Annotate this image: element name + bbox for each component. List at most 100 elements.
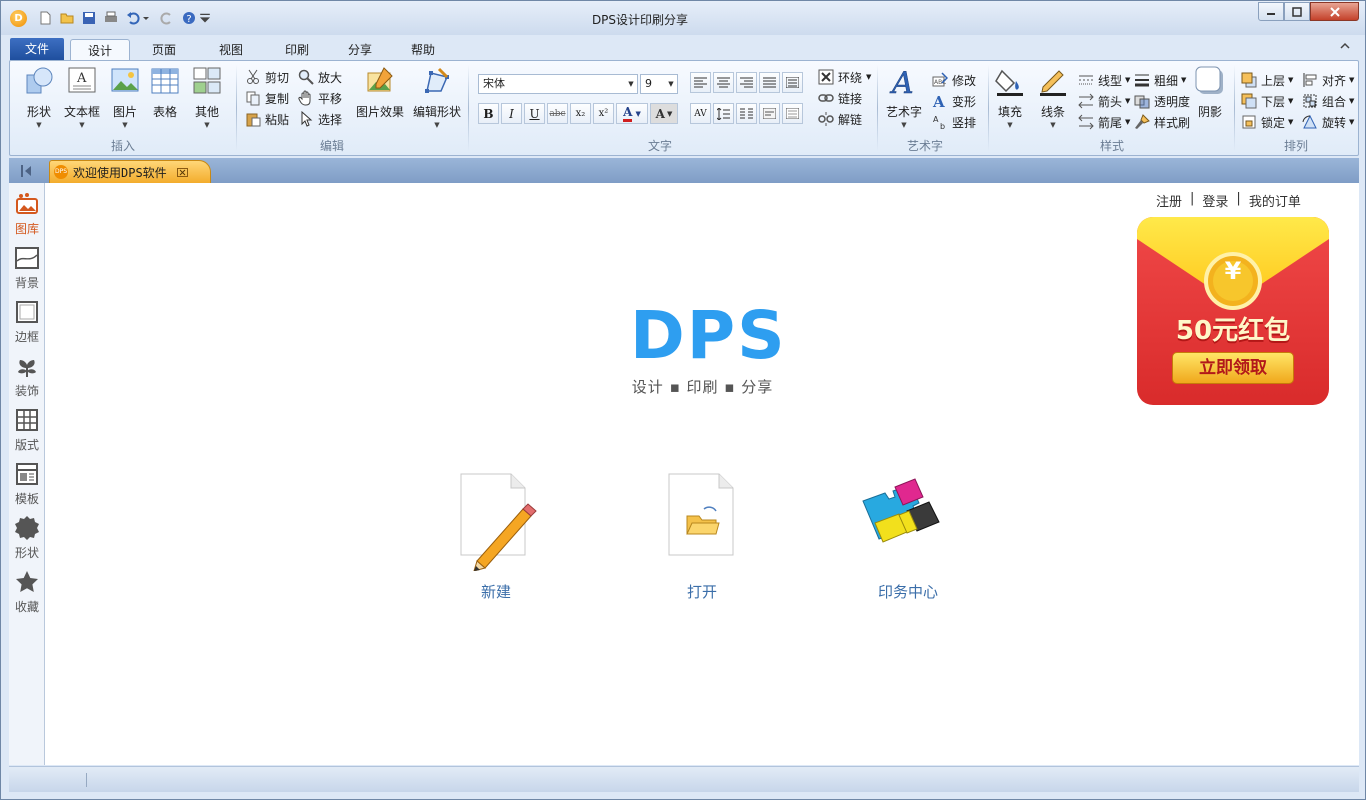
svg-text:b: b <box>940 122 945 130</box>
group-objects-button[interactable]: 组合 ▼ <box>1302 92 1354 110</box>
register-link[interactable]: 注册 <box>1156 191 1182 210</box>
status-bar <box>9 766 1359 792</box>
distribute-button[interactable] <box>782 72 803 93</box>
edit-shape-icon <box>425 67 449 93</box>
collapse-left-icon <box>21 164 31 177</box>
cursor-arrow-icon <box>301 111 313 127</box>
columns-button[interactable] <box>736 103 757 124</box>
print-center-button[interactable]: 印务中心 <box>853 471 963 602</box>
insert-picture-button[interactable]: 图片 ▼ <box>108 65 142 129</box>
badge-shape-icon <box>15 516 39 540</box>
insert-shape-button[interactable]: 形状 ▼ <box>22 65 56 129</box>
picture-effect-button[interactable]: 图片效果 <box>354 65 406 120</box>
art-text-button[interactable]: A 艺术字 ▼ <box>883 65 925 129</box>
transparency-button[interactable]: 透明度 <box>1134 92 1190 110</box>
paste-button[interactable]: 粘贴 <box>245 110 289 128</box>
claim-now-button[interactable]: 立即领取 <box>1172 352 1294 384</box>
line-type-button[interactable]: 线型 ▼ <box>1078 71 1130 89</box>
tab-help[interactable]: 帮助 <box>398 39 448 61</box>
my-orders-link[interactable]: 我的订单 <box>1249 191 1301 210</box>
char-spacing-button[interactable]: AV <box>690 103 711 124</box>
sidebar-item-border[interactable]: 边框 <box>9 299 45 345</box>
italic-button[interactable]: I <box>501 103 522 124</box>
cut-button[interactable]: 剪切 <box>245 68 289 86</box>
line-button[interactable]: 线条 ▼ <box>1035 65 1071 129</box>
highlight-color-button[interactable]: A ▼ <box>650 103 678 124</box>
chevron-down-icon: ▼ <box>1125 76 1131 84</box>
red-packet-promo[interactable]: ¥ 50元红包 立即领取 <box>1135 213 1331 409</box>
format-brush-button[interactable]: 样式刷 <box>1134 113 1190 131</box>
sidebar-item-decoration[interactable]: 装饰 <box>9 353 45 399</box>
text-wrap-button[interactable]: 环绕 ▼ <box>818 68 871 86</box>
open-document-button[interactable]: 打开 <box>657 471 747 602</box>
close-button[interactable] <box>1310 2 1359 21</box>
copy-button[interactable]: 复制 <box>245 89 289 107</box>
edit-shape-button[interactable]: 编辑形状 ▼ <box>411 65 463 129</box>
strikethrough-button[interactable]: abc <box>547 103 568 124</box>
sidebar-item-shape[interactable]: 形状 <box>9 515 45 561</box>
account-links: 注册 | 登录 | 我的订单 <box>1156 191 1301 210</box>
arrow-head-button[interactable]: 箭头 ▼ <box>1078 92 1130 110</box>
pan-button[interactable]: 平移 <box>298 89 342 107</box>
font-family-select[interactable]: 宋体 ▼ <box>478 74 638 94</box>
rotate-button[interactable]: 旋转 ▼ <box>1302 113 1354 131</box>
window-title: DPS设计印刷分享 <box>591 13 689 27</box>
select-button[interactable]: 选择 <box>298 110 342 128</box>
shadow-button[interactable]: 阴影 <box>1193 65 1227 120</box>
subscript-button[interactable]: x₂ <box>570 103 591 124</box>
align-objects-button[interactable]: 对齐 ▼ <box>1302 71 1354 89</box>
sidebar-item-layout[interactable]: 版式 <box>9 407 45 453</box>
file-menu-button[interactable]: 文件 <box>10 38 64 60</box>
sidebar-item-favorites[interactable]: 收藏 <box>9 569 45 615</box>
picture-effect-icon <box>367 67 393 92</box>
superscript-button[interactable]: x² <box>593 103 614 124</box>
art-text-icon: A <box>889 66 914 102</box>
bring-forward-button[interactable]: 上层 ▼ <box>1241 71 1293 89</box>
chevron-down-icon: ▼ <box>1349 118 1355 126</box>
fill-button[interactable]: 填充 ▼ <box>992 65 1028 129</box>
text-frame-button[interactable] <box>759 103 780 124</box>
login-link[interactable]: 登录 <box>1202 191 1228 210</box>
unlink-button[interactable]: 解链 <box>818 110 862 128</box>
send-backward-button[interactable]: 下层 ▼ <box>1241 92 1293 110</box>
new-document-button[interactable]: 新建 <box>451 471 541 602</box>
tab-view[interactable]: 视图 <box>206 39 256 61</box>
font-size-select[interactable]: 9 ▼ <box>640 74 678 94</box>
lock-button[interactable]: 锁定 ▼ <box>1241 113 1293 131</box>
svg-text:A: A <box>932 93 945 109</box>
minimize-button[interactable] <box>1258 2 1284 21</box>
tab-share[interactable]: 分享 <box>335 39 385 61</box>
tab-design[interactable]: 设计 <box>70 39 130 61</box>
insert-other-button[interactable]: 其他 ▼ <box>190 65 224 129</box>
sidebar-item-template[interactable]: 模板 <box>9 461 45 507</box>
text-direction-button[interactable] <box>782 103 803 124</box>
sidebar-item-gallery[interactable]: 图库 <box>9 191 45 237</box>
align-right-button[interactable] <box>736 72 757 93</box>
insert-table-button[interactable]: 表格 <box>148 65 182 120</box>
line-spacing-button[interactable] <box>713 103 734 124</box>
vertical-text-icon: Ab <box>933 115 945 130</box>
link-button[interactable]: 链接 <box>818 89 862 107</box>
sidebar-item-background[interactable]: 背景 <box>9 245 45 291</box>
underline-button[interactable]: U <box>524 103 545 124</box>
art-vertical-button[interactable]: Ab 竖排 <box>932 113 976 131</box>
font-color-button[interactable]: A ▼ <box>616 103 648 124</box>
group-separator <box>468 65 469 151</box>
close-tab-icon[interactable] <box>176 167 188 177</box>
bold-button[interactable]: B <box>478 103 499 124</box>
thickness-button[interactable]: 粗细 ▼ <box>1134 71 1186 89</box>
art-transform-button[interactable]: A 变形 <box>932 92 976 110</box>
arrow-tail-button[interactable]: 箭尾 ▼ <box>1078 113 1130 131</box>
tab-print[interactable]: 印刷 <box>272 39 322 61</box>
art-modify-button[interactable]: ABC 修改 <box>932 71 976 89</box>
align-left-button[interactable] <box>690 72 711 93</box>
collapse-ribbon-icon[interactable] <box>1339 40 1351 52</box>
document-tab[interactable]: DPS 欢迎使用DPS软件 <box>49 160 211 183</box>
justify-button[interactable] <box>759 72 780 93</box>
tab-page[interactable]: 页面 <box>139 39 189 61</box>
maximize-button[interactable] <box>1284 2 1310 21</box>
align-center-button[interactable] <box>713 72 734 93</box>
toggle-sidebar-button[interactable] <box>9 158 45 183</box>
zoom-in-button[interactable]: 放大 <box>298 68 342 86</box>
insert-textbox-button[interactable]: A 文本框 ▼ <box>62 65 102 129</box>
